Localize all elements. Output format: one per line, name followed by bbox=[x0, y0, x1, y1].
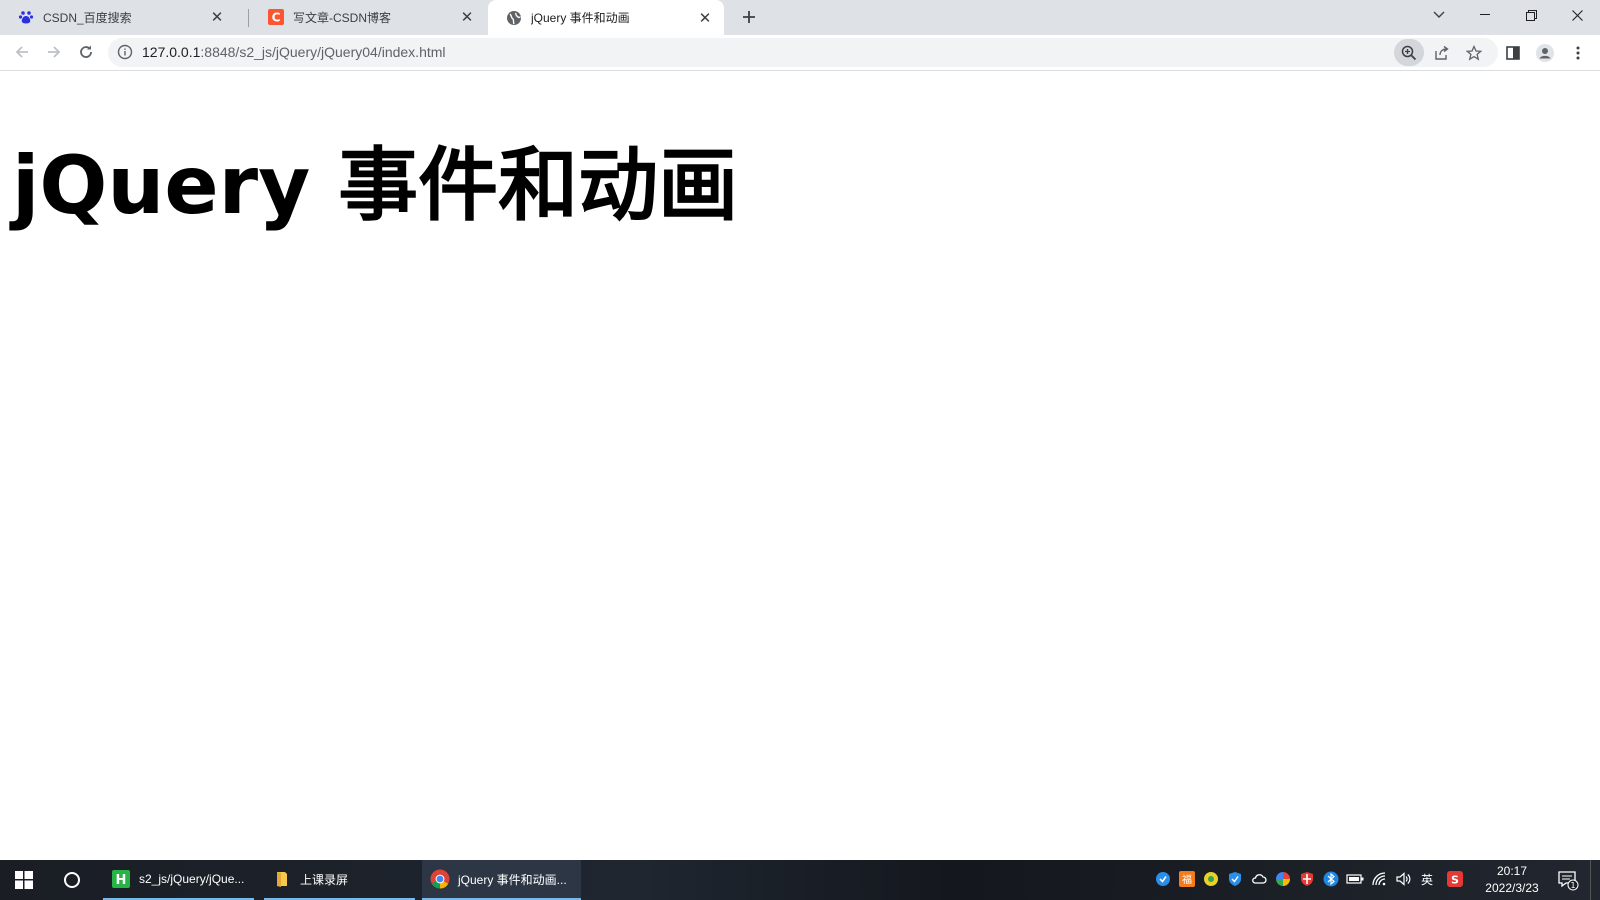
csdn-c-icon: C bbox=[268, 9, 284, 25]
windows-start-icon[interactable] bbox=[0, 860, 48, 900]
notification-center-icon[interactable]: 1 bbox=[1556, 868, 1580, 892]
close-tab-icon[interactable]: ✕ bbox=[458, 8, 476, 26]
taskbar-app-label: 上课录屏 bbox=[300, 872, 349, 887]
address-bar[interactable]: 127.0.0.1:8848/s2_js/jQuery/jQuery04/ind… bbox=[108, 38, 1498, 67]
yellow-app-tray-icon[interactable] bbox=[1202, 870, 1220, 888]
bookmark-star-icon[interactable] bbox=[1463, 42, 1485, 64]
close-window-button[interactable] bbox=[1554, 0, 1600, 30]
taskbar-app-label: jQuery 事件和动画... bbox=[458, 872, 567, 887]
baidu-paw-icon bbox=[18, 9, 34, 25]
zoom-icon[interactable] bbox=[1394, 39, 1424, 66]
show-desktop-button[interactable] bbox=[1590, 860, 1600, 900]
close-tab-icon[interactable]: ✕ bbox=[208, 8, 226, 26]
windows-taskbar: H s2_js/jQuery/jQue... 上课录屏 jQuery 事件和动画… bbox=[0, 860, 1600, 900]
folder-icon bbox=[272, 869, 292, 889]
side-panel-icon[interactable] bbox=[1500, 40, 1526, 66]
taskbar-app-chrome[interactable]: jQuery 事件和动画... bbox=[422, 860, 581, 900]
system-clock[interactable]: 20:17 2022/3/23 bbox=[1476, 863, 1548, 897]
svg-text:H: H bbox=[116, 873, 127, 888]
wifi-icon[interactable] bbox=[1370, 870, 1388, 888]
tab-title: 写文章-CSDN博客 bbox=[293, 10, 391, 25]
minimize-button[interactable] bbox=[1462, 0, 1508, 30]
back-arrow-icon[interactable] bbox=[9, 39, 35, 65]
shield-tray-icon[interactable] bbox=[1154, 870, 1172, 888]
tab-csdn-write[interactable]: C 写文章-CSDN博客 ✕ bbox=[250, 0, 486, 34]
profile-avatar-icon[interactable] bbox=[1532, 40, 1558, 66]
clock-date: 2022/3/23 bbox=[1485, 881, 1539, 895]
more-menu-icon[interactable] bbox=[1565, 40, 1591, 66]
cortana-search-icon[interactable] bbox=[48, 860, 96, 900]
sogou-ime-icon[interactable]: S bbox=[1446, 870, 1464, 888]
taskbar-app-folder[interactable]: 上课录屏 bbox=[264, 860, 415, 900]
red-shield-tray-icon[interactable] bbox=[1298, 870, 1316, 888]
ime-language-indicator[interactable]: 英 bbox=[1418, 870, 1436, 888]
chrome-icon bbox=[430, 869, 450, 889]
url-host: 127.0.0.1 bbox=[142, 44, 201, 60]
close-tab-icon[interactable]: ✕ bbox=[696, 9, 714, 27]
tab-search-chevron-down-icon[interactable] bbox=[1416, 0, 1462, 30]
forward-arrow-icon[interactable] bbox=[41, 39, 67, 65]
page-heading: jQuery 事件和动画 bbox=[12, 139, 739, 232]
clock-time: 20:17 bbox=[1496, 864, 1528, 878]
cloud-tray-icon[interactable] bbox=[1250, 870, 1268, 888]
globe-icon bbox=[506, 10, 522, 26]
restore-button[interactable] bbox=[1508, 0, 1554, 30]
browser-toolbar: 127.0.0.1:8848/s2_js/jQuery/jQuery04/ind… bbox=[0, 35, 1600, 71]
svg-text:福: 福 bbox=[1182, 873, 1192, 886]
tab-strip: CSDN_百度搜索 ✕ C 写文章-CSDN博客 ✕ jQuery 事件和动画 … bbox=[0, 0, 1600, 35]
notification-count: 1 bbox=[1570, 881, 1575, 890]
bluetooth-icon[interactable] bbox=[1322, 870, 1340, 888]
hbuilder-icon: H bbox=[111, 869, 131, 889]
svg-text:C: C bbox=[272, 11, 281, 25]
url-text[interactable]: 127.0.0.1:8848/s2_js/jQuery/jQuery04/ind… bbox=[142, 44, 446, 60]
volume-icon[interactable] bbox=[1394, 870, 1412, 888]
taskbar-app-label: s2_js/jQuery/jQue... bbox=[139, 872, 245, 886]
battery-icon[interactable] bbox=[1346, 870, 1364, 888]
site-info-icon[interactable] bbox=[117, 44, 133, 65]
reload-icon[interactable] bbox=[73, 39, 99, 65]
orange-app-tray-icon[interactable]: 福 bbox=[1178, 870, 1196, 888]
tab-jquery-page[interactable]: jQuery 事件和动画 ✕ bbox=[488, 0, 724, 35]
url-path: :8848/s2_js/jQuery/jQuery04/index.html bbox=[200, 44, 446, 60]
share-icon[interactable] bbox=[1431, 42, 1453, 64]
security-shield-tray-icon[interactable] bbox=[1226, 870, 1244, 888]
new-tab-button[interactable] bbox=[737, 5, 761, 29]
tab-csdn-search[interactable]: CSDN_百度搜索 ✕ bbox=[0, 0, 236, 34]
svg-text:S: S bbox=[1451, 874, 1459, 887]
taskbar-app-hbuilder[interactable]: H s2_js/jQuery/jQue... bbox=[103, 860, 254, 900]
tab-divider bbox=[248, 9, 249, 27]
tab-title: CSDN_百度搜索 bbox=[43, 10, 132, 25]
pinwheel-tray-icon[interactable] bbox=[1274, 870, 1292, 888]
tab-title: jQuery 事件和动画 bbox=[531, 11, 630, 25]
